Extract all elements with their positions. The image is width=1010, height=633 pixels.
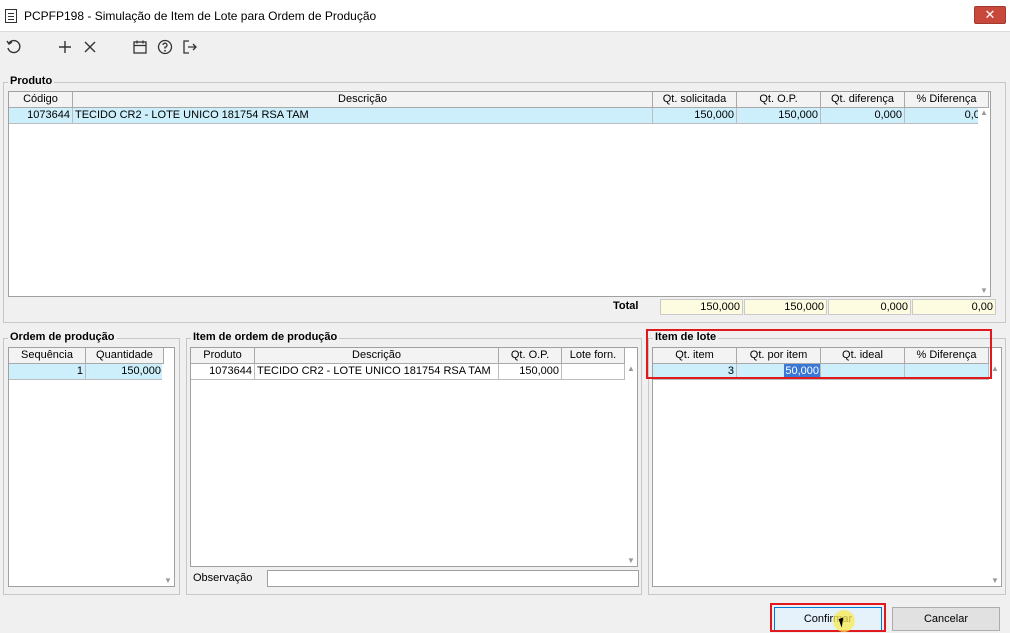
- table-row[interactable]: 1073644 TECIDO CR2 - LOTE UNICO 181754 R…: [191, 364, 625, 380]
- document-icon: [5, 9, 17, 23]
- col-pct-diferenca[interactable]: % Diferença: [905, 348, 989, 364]
- col-qt-solicitada[interactable]: Qt. solicitada: [653, 92, 737, 108]
- cell-codigo[interactable]: 1073644: [9, 108, 73, 124]
- col-qt-diferenca[interactable]: Qt. diferença: [821, 92, 905, 108]
- title-bar: PCPFP198 - Simulação de Item de Lote par…: [0, 0, 1010, 32]
- add-button[interactable]: [54, 36, 76, 58]
- scroll-up-icon[interactable]: ▲: [978, 108, 990, 118]
- scroll-down-icon[interactable]: ▼: [989, 576, 1001, 586]
- ordem-scrollbar[interactable]: ▼: [162, 364, 174, 586]
- observacao-label: Observação: [193, 572, 253, 584]
- col-codigo[interactable]: Código: [9, 92, 73, 108]
- item-ordem-grid[interactable]: Produto Descrição Qt. O.P. Lote forn. 10…: [190, 347, 638, 567]
- table-row[interactable]: 1073644 TECIDO CR2 - LOTE UNICO 181754 R…: [9, 108, 989, 124]
- close-button[interactable]: ✕: [974, 6, 1006, 24]
- col-descricao[interactable]: Descrição: [255, 348, 499, 364]
- item-lote-grid[interactable]: Qt. item Qt. por item Qt. ideal % Difere…: [652, 347, 1002, 587]
- cell-qt-ideal[interactable]: [821, 364, 905, 380]
- col-qt-op[interactable]: Qt. O.P.: [499, 348, 562, 364]
- toolbar: [0, 33, 1010, 61]
- col-qt-por-item[interactable]: Qt. por item: [737, 348, 821, 364]
- add-icon: [59, 41, 71, 53]
- cell-quantidade[interactable]: 150,000: [86, 364, 164, 380]
- cell-produto[interactable]: 1073644: [191, 364, 255, 380]
- scroll-down-icon[interactable]: ▼: [978, 286, 990, 296]
- cancel-button[interactable]: Cancelar: [892, 607, 1000, 631]
- cell-qt-solicitada[interactable]: 150,000: [653, 108, 737, 124]
- scroll-down-icon[interactable]: ▼: [162, 576, 174, 586]
- item-lote-legend: Item de lote: [653, 331, 719, 343]
- total-label: Total: [613, 300, 639, 312]
- col-qt-op[interactable]: Qt. O.P.: [737, 92, 821, 108]
- col-descricao[interactable]: Descrição: [73, 92, 653, 108]
- cell-pct-diferenca[interactable]: [905, 364, 989, 380]
- calendar-icon: [133, 40, 147, 54]
- col-qt-item[interactable]: Qt. item: [653, 348, 737, 364]
- cell-sequencia[interactable]: 1: [9, 364, 86, 380]
- total-qt-solicitada: 150,000: [660, 299, 743, 315]
- table-row[interactable]: 3 50,000: [653, 364, 989, 380]
- item-ordem-grid-header: Produto Descrição Qt. O.P. Lote forn.: [191, 348, 625, 364]
- col-sequencia[interactable]: Sequência: [9, 348, 86, 364]
- cell-qt-por-item[interactable]: 50,000: [737, 364, 821, 380]
- col-lote-forn[interactable]: Lote forn.: [562, 348, 625, 364]
- delete-button[interactable]: [79, 36, 101, 58]
- scroll-down-icon[interactable]: ▼: [625, 556, 637, 566]
- ordem-grid-header: Sequência Quantidade: [9, 348, 164, 364]
- total-qt-op: 150,000: [744, 299, 827, 315]
- help-button[interactable]: [154, 36, 176, 58]
- col-pct-diferenca[interactable]: % Diferença: [905, 92, 989, 108]
- cell-qt-diferenca[interactable]: 0,000: [821, 108, 905, 124]
- produto-grid[interactable]: Código Descrição Qt. solicitada Qt. O.P.…: [8, 91, 991, 297]
- total-qt-diferenca: 0,000: [828, 299, 911, 315]
- delete-icon: [84, 41, 96, 53]
- produto-scrollbar[interactable]: ▲ ▼: [978, 108, 990, 296]
- cell-pct-diferenca[interactable]: 0,00: [905, 108, 989, 124]
- item-ordem-scrollbar[interactable]: ▲ ▼: [625, 364, 637, 566]
- scroll-up-icon[interactable]: ▲: [625, 364, 637, 374]
- exit-icon: [183, 40, 197, 54]
- item-lote-scrollbar[interactable]: ▲ ▼: [989, 364, 1001, 586]
- cell-lote-forn[interactable]: [562, 364, 625, 380]
- exit-button[interactable]: [179, 36, 201, 58]
- col-produto[interactable]: Produto: [191, 348, 255, 364]
- col-quantidade[interactable]: Quantidade: [86, 348, 164, 364]
- totals-row: 150,000 150,000 0,000 0,00: [660, 299, 997, 315]
- cell-descricao[interactable]: TECIDO CR2 - LOTE UNICO 181754 RSA TAM: [73, 108, 653, 124]
- cell-qt-item[interactable]: 3: [653, 364, 737, 380]
- refresh-button[interactable]: [3, 36, 25, 58]
- help-icon: [157, 39, 173, 55]
- ordem-producao-legend: Ordem de produção: [8, 331, 117, 343]
- cell-qt-op[interactable]: 150,000: [499, 364, 562, 380]
- window-title: PCPFP198 - Simulação de Item de Lote par…: [24, 9, 377, 23]
- observacao-input[interactable]: [267, 570, 639, 587]
- item-ordem-legend: Item de ordem de produção: [191, 331, 340, 343]
- cell-qt-op[interactable]: 150,000: [737, 108, 821, 124]
- produto-legend: Produto: [8, 75, 55, 87]
- scroll-up-icon[interactable]: ▲: [989, 364, 1001, 374]
- table-row[interactable]: 1 150,000: [9, 364, 164, 380]
- refresh-icon: [6, 39, 21, 54]
- total-pct-diferenca: 0,00: [912, 299, 996, 315]
- qt-por-item-editor[interactable]: 50,000: [784, 364, 820, 379]
- item-lote-grid-header: Qt. item Qt. por item Qt. ideal % Difere…: [653, 348, 989, 364]
- produto-grid-header: Código Descrição Qt. solicitada Qt. O.P.…: [9, 92, 989, 108]
- confirm-button[interactable]: Confirmar: [774, 607, 882, 631]
- ordem-producao-grid[interactable]: Sequência Quantidade 1 150,000 ▼: [8, 347, 175, 587]
- col-qt-ideal[interactable]: Qt. ideal: [821, 348, 905, 364]
- cell-descricao[interactable]: TECIDO CR2 - LOTE UNICO 181754 RSA TAM: [255, 364, 499, 380]
- calendar-button[interactable]: [129, 36, 151, 58]
